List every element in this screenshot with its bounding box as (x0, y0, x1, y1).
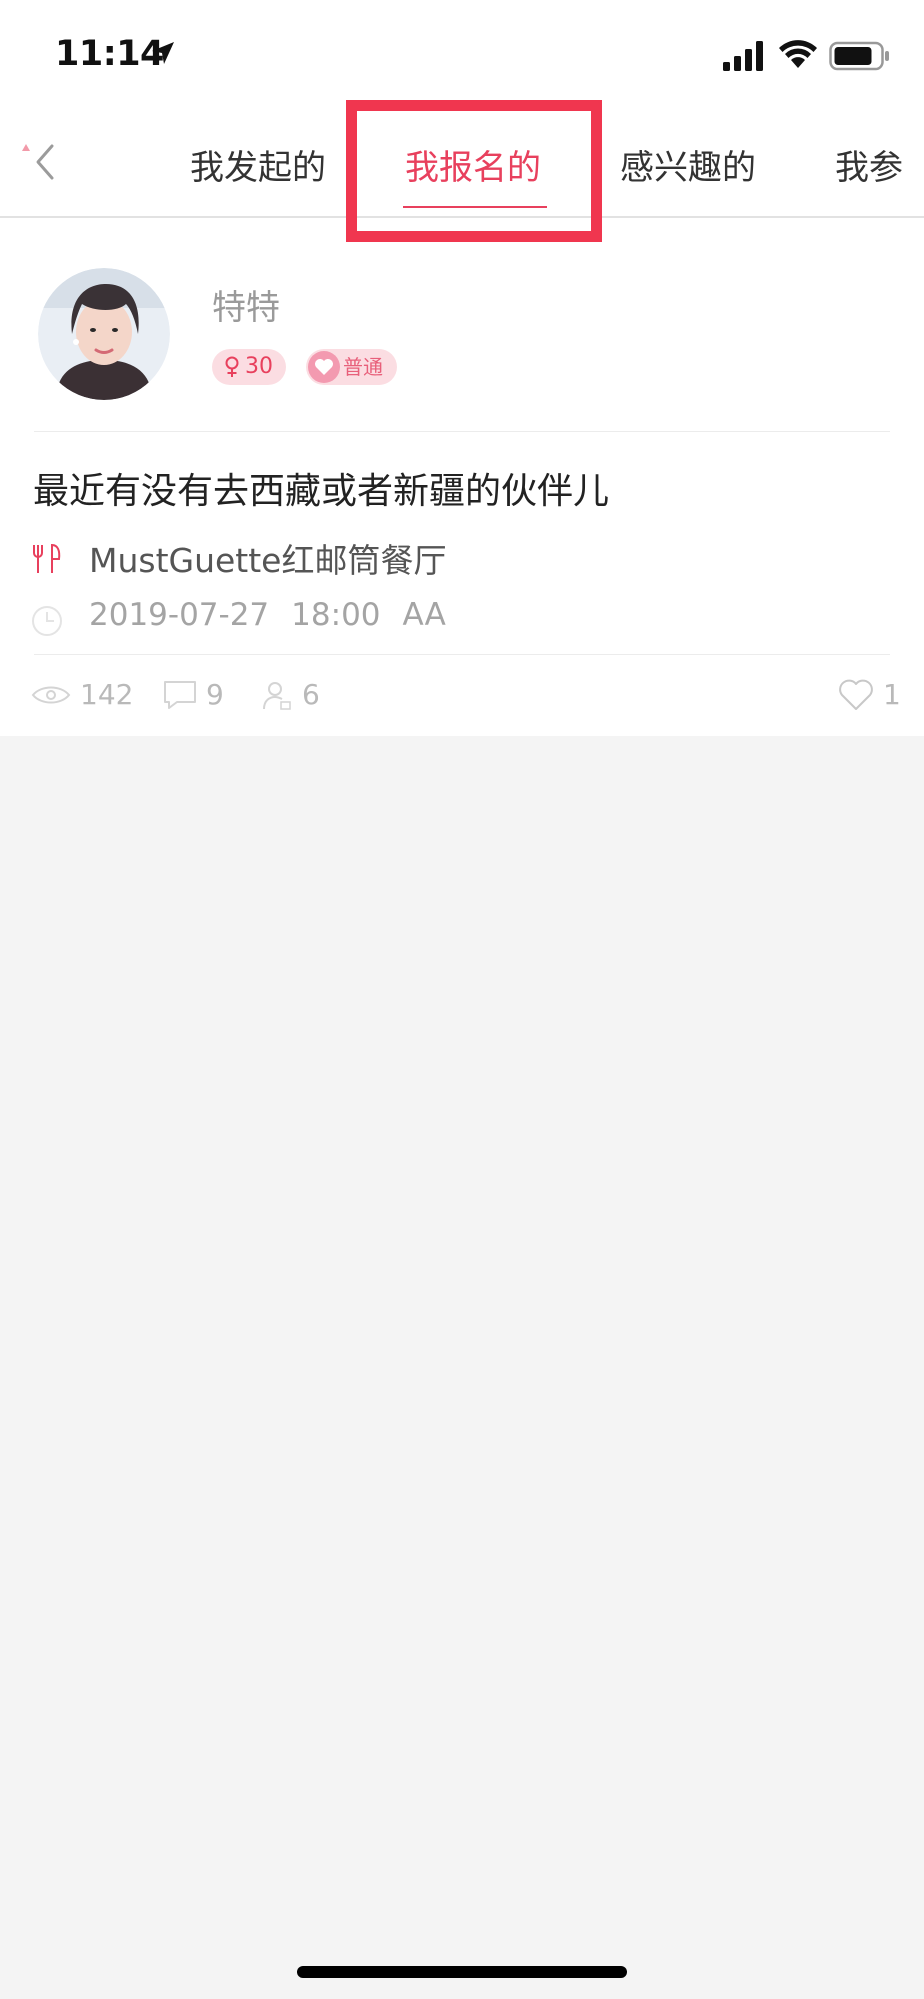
like-button[interactable]: 1 (838, 678, 901, 711)
activity-date: 2019-07-27 (89, 597, 270, 633)
cellular-signal-icon (723, 41, 763, 71)
highlight-box (346, 100, 602, 242)
tab-initiated[interactable]: 我发起的 (190, 140, 326, 189)
status-time: 11:14 (55, 34, 164, 74)
divider (34, 654, 890, 655)
comments-count: 9 (206, 678, 224, 711)
activity-title[interactable]: 最近有没有去西藏或者新疆的伙伴儿 (33, 462, 609, 514)
level-text: 普通 (343, 355, 383, 379)
activity-time: 18:00 (291, 597, 381, 633)
comment-icon (164, 680, 196, 709)
eye-icon (31, 686, 71, 703)
date-time-line: 2019-07-27 18:00 AA (89, 597, 468, 633)
battery-icon (829, 41, 889, 71)
screen: 11:14 我发起的 我报名的 感兴趣的 我参 特特 30 普通 最近有没有去西… (0, 0, 924, 1999)
location-arrow-icon (152, 42, 174, 64)
likes-count: 1 (883, 678, 901, 711)
place-name: MustGuette红邮筒餐厅 (89, 541, 447, 580)
back-button[interactable] (16, 140, 66, 184)
activity-card[interactable]: 特特 30 普通 最近有没有去西藏或者新疆的伙伴儿 MustGuette红邮筒餐… (0, 218, 924, 736)
tab-participated[interactable]: 我参 (835, 140, 903, 189)
participants-count: 6 (302, 678, 320, 711)
avatar[interactable] (38, 268, 170, 400)
views-count: 142 (80, 678, 134, 711)
pay-type: AA (402, 597, 446, 633)
comments-stat[interactable]: 9 (163, 678, 224, 711)
age-badge: 30 (212, 349, 286, 385)
wifi-icon (779, 40, 817, 68)
clock-icon (32, 606, 62, 636)
participants-stat: 6 (261, 678, 320, 711)
username[interactable]: 特特 (212, 280, 280, 329)
level-badge: 普通 (306, 349, 397, 385)
home-indicator[interactable] (297, 1966, 627, 1978)
participant-icon (263, 681, 291, 710)
views-stat: 142 (31, 678, 133, 711)
female-icon (225, 356, 239, 377)
tab-interested[interactable]: 感兴趣的 (620, 140, 756, 189)
divider (34, 431, 890, 432)
restaurant-icon (33, 544, 61, 573)
heart-icon (839, 679, 873, 710)
age-text: 30 (245, 354, 273, 379)
heart-level-icon (308, 351, 340, 383)
status-bar: 11:14 (0, 0, 924, 100)
